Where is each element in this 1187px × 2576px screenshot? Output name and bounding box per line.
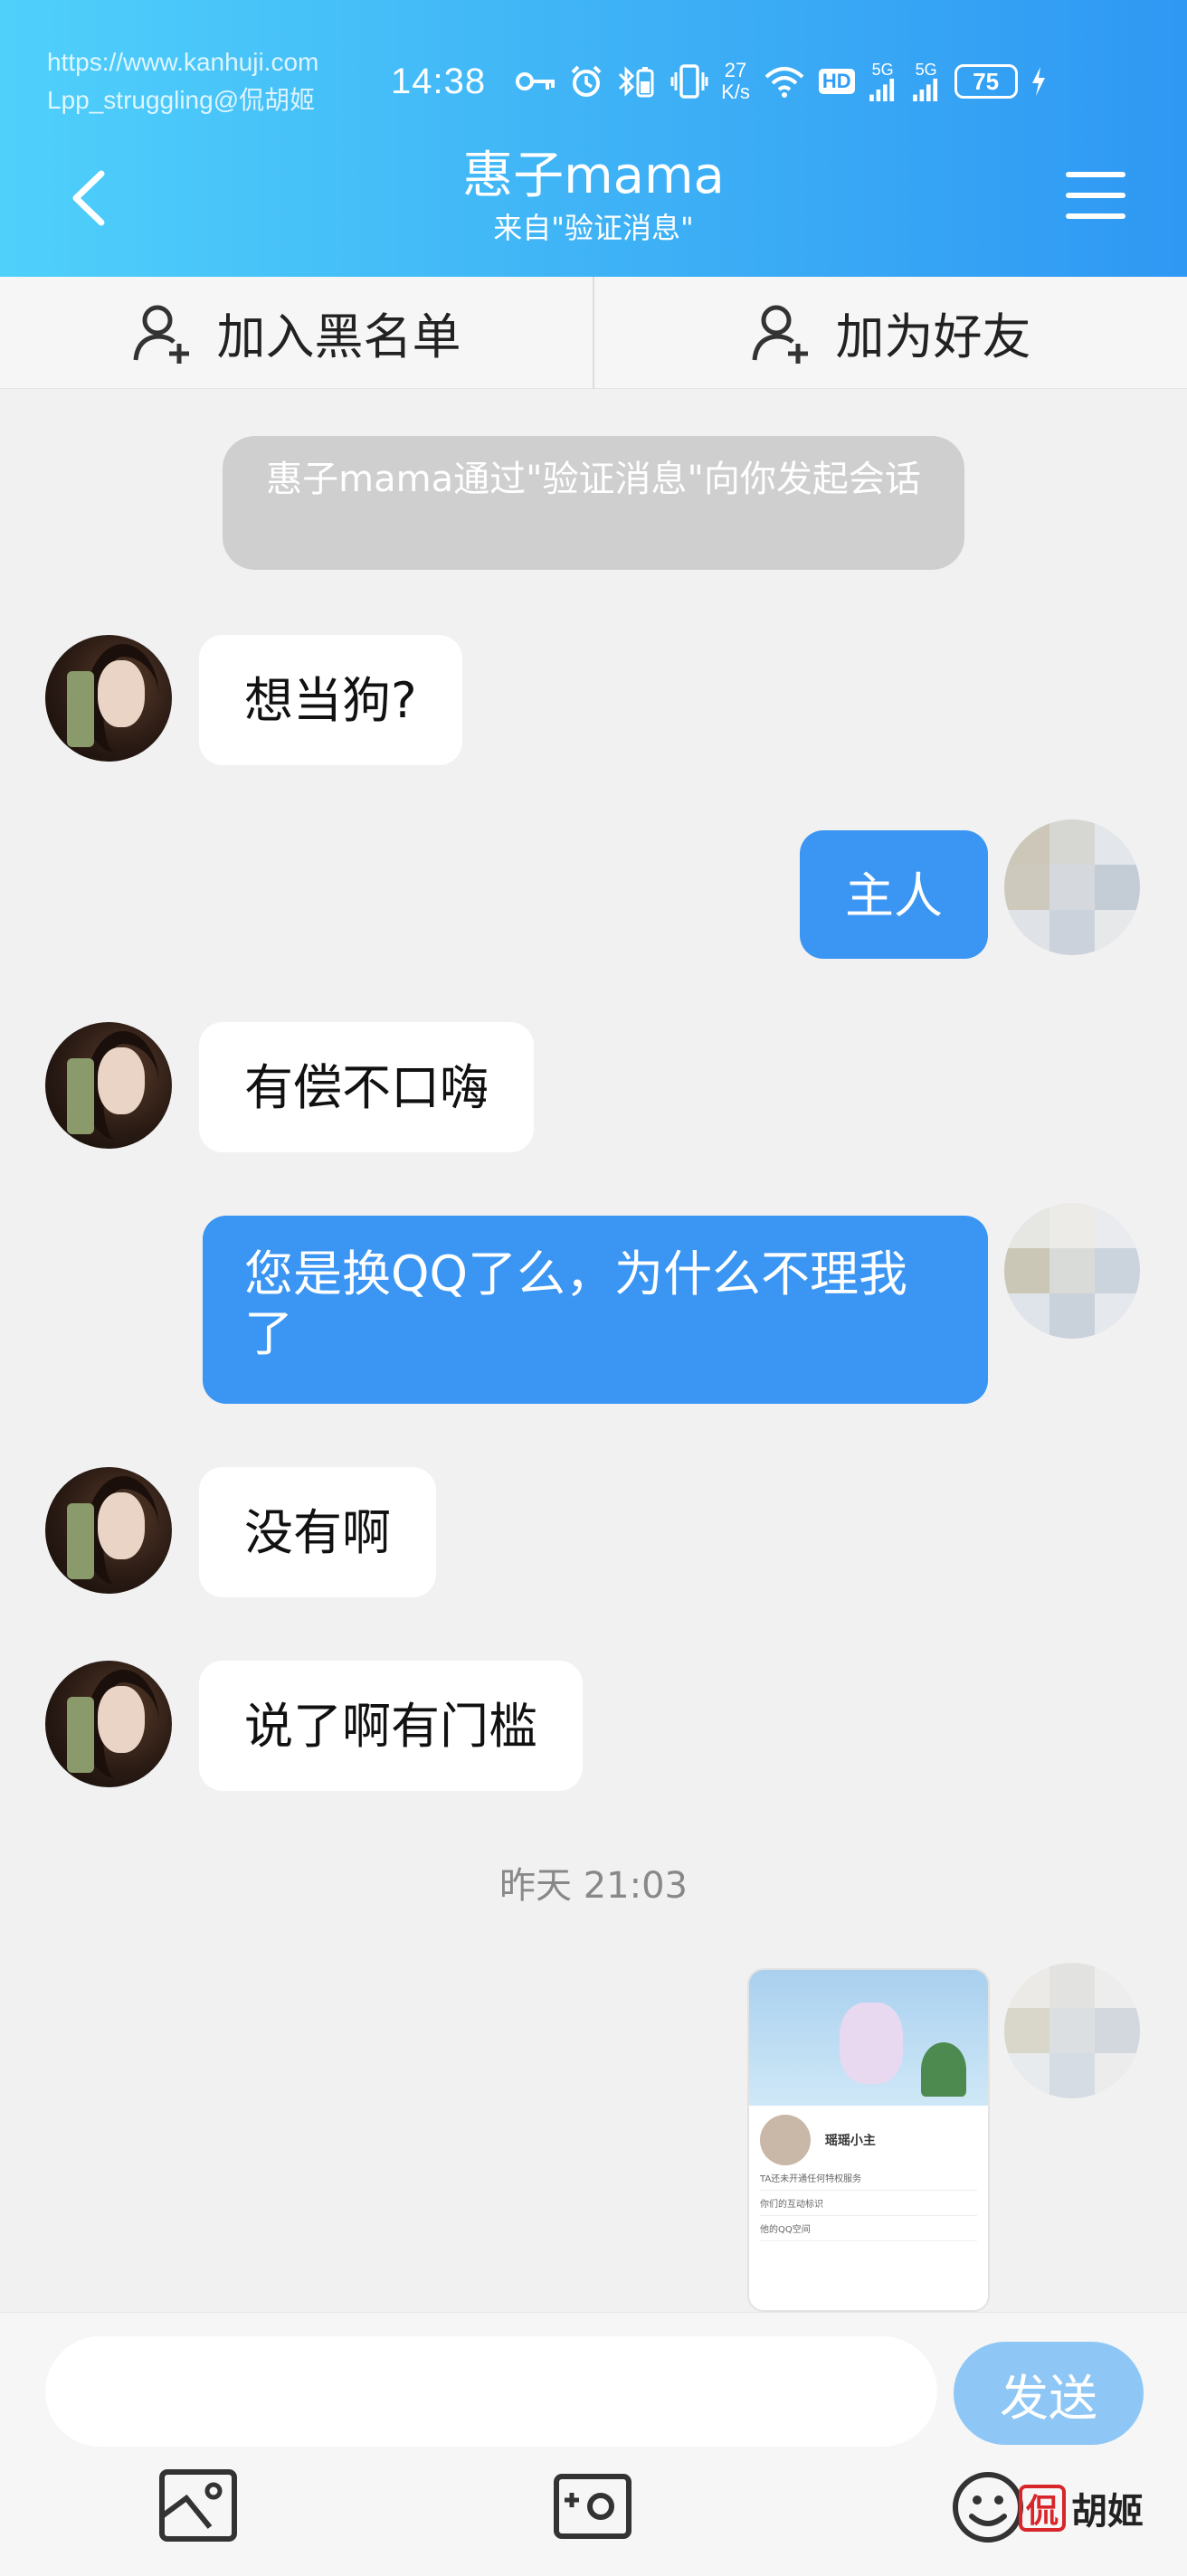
- my-avatar[interactable]: [1004, 1963, 1140, 2098]
- send-button[interactable]: 发送: [954, 2342, 1144, 2445]
- add-to-blacklist-label: 加入黑名单: [216, 308, 461, 365]
- brand-seal: 侃: [1019, 2485, 1066, 2532]
- signal-2-icon: 5G: [911, 62, 942, 101]
- signal-1-label: 5G: [871, 61, 894, 79]
- image-message-row: TA还未开通任何特权服务: [760, 2171, 977, 2191]
- alarm-icon: [569, 62, 603, 101]
- contact-avatar[interactable]: [45, 1467, 172, 1594]
- chat-header: https://www.kanhuji.com Lpp_struggling@侃…: [0, 0, 1187, 277]
- watermark-handle: Lpp_struggling@侃胡姬: [47, 86, 316, 114]
- my-avatar[interactable]: [1004, 1203, 1140, 1339]
- add-friend-button[interactable]: 加为好友: [594, 277, 1187, 388]
- status-time: 14:38: [391, 61, 487, 101]
- image-message-banner: [749, 1970, 988, 2106]
- signal-1-icon: 5G: [868, 62, 898, 101]
- watermark: https://www.kanhuji.com Lpp_struggling@侃…: [47, 43, 318, 119]
- contact-avatar[interactable]: [45, 1661, 172, 1787]
- message-input[interactable]: [45, 2336, 937, 2447]
- add-user-icon: [752, 305, 808, 364]
- key-icon: [515, 62, 556, 101]
- image-message-row: 他的QQ空间: [760, 2221, 977, 2241]
- message-bubble-incoming[interactable]: 想当狗?: [199, 635, 462, 765]
- image-icon: [159, 2469, 237, 2542]
- image-message-content: 瑶瑶小主 TA还未开通任何特权服务 你们的互动标识 他的QQ空间: [749, 2106, 988, 2250]
- vibrate-icon: [670, 62, 708, 101]
- brand-text: 胡姬: [1071, 2490, 1144, 2533]
- brand-watermark: 侃 胡姬: [1019, 2482, 1144, 2534]
- message-bubble-incoming[interactable]: 说了啊有门槛: [199, 1661, 583, 1791]
- image-message[interactable]: 瑶瑶小主 TA还未开通任何特权服务 你们的互动标识 他的QQ空间: [747, 1968, 990, 2312]
- hamburger-menu-icon: [1066, 172, 1125, 219]
- chat-subtitle: 来自"验证消息": [493, 211, 694, 245]
- network-speed: 27 K/s: [721, 60, 750, 103]
- camera-button[interactable]: [552, 2467, 633, 2543]
- smiley-icon: [953, 2472, 1023, 2543]
- network-speed-unit: K/s: [721, 80, 750, 103]
- camera-icon: [554, 2474, 631, 2539]
- watermark-url: https://www.kanhuji.com: [47, 48, 319, 76]
- image-message-row: 你们的互动标识: [760, 2196, 977, 2216]
- network-speed-value: 27: [724, 59, 747, 81]
- bluetooth-battery-icon: [616, 62, 658, 101]
- contact-avatar[interactable]: [45, 635, 172, 762]
- image-message-name: 瑶瑶小主: [824, 2134, 876, 2148]
- time-divider: 昨天 21:03: [499, 1865, 688, 1907]
- my-avatar[interactable]: [1004, 819, 1140, 955]
- photo-button[interactable]: [157, 2467, 239, 2543]
- add-to-blacklist-button[interactable]: 加入黑名单: [0, 277, 593, 388]
- message-bubble-outgoing[interactable]: 主人: [800, 830, 988, 959]
- add-friend-label: 加为好友: [835, 308, 1031, 365]
- hd-badge: HD: [818, 69, 855, 94]
- signal-2-label: 5G: [915, 61, 937, 79]
- wifi-icon: [763, 62, 806, 101]
- chat-title: 惠子mama: [462, 147, 725, 205]
- contact-avatar[interactable]: [45, 1022, 172, 1149]
- system-notice: 惠子mama通过"验证消息"向你发起会话: [223, 436, 964, 570]
- menu-button[interactable]: [1064, 168, 1127, 223]
- message-bubble-incoming[interactable]: 有偿不口嗨: [199, 1022, 534, 1152]
- message-bubble-incoming[interactable]: 没有啊: [199, 1467, 436, 1597]
- image-message-avatar: [760, 2115, 811, 2165]
- status-bar: 14:38 27 K/s HD 5G 5G 75: [391, 54, 1047, 109]
- battery-indicator: 75: [954, 64, 1018, 99]
- charging-icon: [1030, 62, 1047, 101]
- action-bar: 加入黑名单 加为好友: [0, 277, 1187, 389]
- message-bubble-outgoing[interactable]: 您是换QQ了么，为什么不理我了: [203, 1216, 988, 1404]
- add-user-icon: [133, 305, 189, 364]
